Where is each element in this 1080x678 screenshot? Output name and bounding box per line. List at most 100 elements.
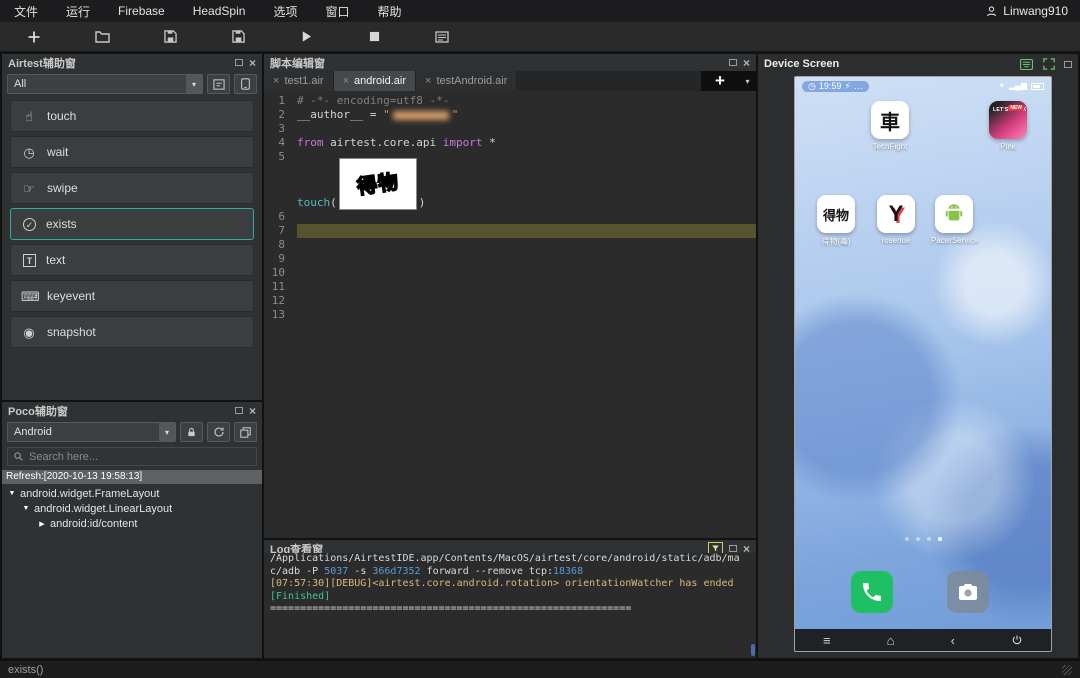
poco-refresh-row[interactable]: Refresh:[2020-10-13 19:58:13] bbox=[2, 470, 262, 484]
tab-list-button[interactable]: ▾ bbox=[739, 71, 756, 91]
touch-button[interactable]: ☝ touch bbox=[10, 100, 254, 132]
phone-app-dock[interactable] bbox=[851, 571, 893, 613]
import-star: * bbox=[482, 136, 495, 149]
close-tab-icon[interactable]: × bbox=[343, 75, 349, 87]
main-toolbar bbox=[0, 22, 1080, 52]
code-line bbox=[297, 266, 756, 280]
float-panel-icon[interactable] bbox=[729, 545, 737, 552]
resize-grip[interactable] bbox=[1062, 665, 1072, 675]
airtest-panel-header: Airtest辅助窗 × bbox=[2, 54, 262, 71]
wait-icon: ◷ bbox=[21, 146, 37, 159]
float-panel-icon[interactable] bbox=[235, 407, 243, 414]
close-panel-icon[interactable]: × bbox=[249, 405, 256, 417]
touch-function: touch bbox=[297, 196, 330, 210]
float-panel-icon[interactable] bbox=[1064, 61, 1072, 68]
fullscreen-button[interactable] bbox=[1041, 57, 1057, 71]
refresh-icon bbox=[213, 426, 225, 438]
tab-testandroid[interactable]: × testAndroid.air bbox=[416, 71, 517, 91]
poco-assist-panel: Poco辅助窗 × Android ▾ bbox=[2, 402, 262, 658]
keyevent-button[interactable]: ⌨ keyevent bbox=[10, 280, 254, 312]
poco-search bbox=[7, 447, 257, 466]
app-pacerservice[interactable]: PacerService bbox=[931, 195, 977, 245]
signal-icon: ▂▄▆ bbox=[1009, 82, 1027, 90]
snapshot-button[interactable]: ◉ snapshot bbox=[10, 316, 254, 348]
username: Linwang910 bbox=[1003, 4, 1068, 18]
line-number: 11 bbox=[264, 280, 285, 294]
exists-button[interactable]: ✓ exists bbox=[10, 208, 254, 240]
app-rosenue[interactable]: Y rosenue bbox=[873, 195, 919, 245]
text-button[interactable]: T text bbox=[10, 244, 254, 276]
user-account[interactable]: Linwang910 bbox=[985, 4, 1080, 18]
refresh-button[interactable] bbox=[207, 422, 230, 442]
status-bar: exists() bbox=[0, 660, 1080, 678]
tree-node-framelayout[interactable]: ▼ android.widget.FrameLayout bbox=[2, 486, 262, 501]
menu-item-run[interactable]: 运行 bbox=[52, 0, 104, 22]
script-insert-button[interactable] bbox=[207, 74, 230, 94]
exists-icon: ✓ bbox=[23, 218, 36, 231]
app-dewu[interactable]: 得物 得物(毒) bbox=[813, 195, 859, 247]
copy-tree-button[interactable] bbox=[234, 422, 257, 442]
menu-item-options[interactable]: 选项 bbox=[259, 0, 311, 22]
poco-search-input[interactable] bbox=[29, 451, 251, 463]
float-panel-icon[interactable] bbox=[235, 59, 243, 66]
view-report-button[interactable] bbox=[430, 26, 454, 48]
wait-button[interactable]: ◷ wait bbox=[10, 136, 254, 168]
log-viewer-panel: Log查看窗 × /Applications/AirtestIDE.app/Co… bbox=[264, 540, 756, 658]
nav-home-button[interactable]: ⌂ bbox=[887, 634, 895, 647]
nav-back-button[interactable]: ‹ bbox=[951, 634, 955, 647]
airtest-filter-select[interactable]: All ▾ bbox=[7, 74, 203, 94]
new-tab-button[interactable]: + bbox=[701, 71, 739, 91]
collapse-arrow-icon[interactable]: ▼ bbox=[8, 490, 16, 497]
menu-item-firebase[interactable]: Firebase bbox=[104, 0, 179, 22]
search-icon bbox=[13, 451, 24, 462]
close-panel-icon[interactable]: × bbox=[249, 57, 256, 69]
save-as-button[interactable] bbox=[226, 26, 250, 48]
app-techfight[interactable]: 車 TechFight bbox=[867, 101, 913, 151]
device-mirror-screen[interactable]: ◷ 19:59 ⚡ … ✦ ▂▄▆ 車 TechFight bbox=[794, 76, 1052, 652]
tree-node-content[interactable]: ▶ android:id/content bbox=[2, 516, 262, 531]
menu-item-window[interactable]: 窗口 bbox=[311, 0, 363, 22]
run-script-button[interactable] bbox=[294, 26, 318, 48]
close-panel-icon[interactable]: × bbox=[743, 57, 750, 69]
log-scrollbar-thumb[interactable] bbox=[751, 644, 755, 656]
expand-arrow-icon[interactable]: ▶ bbox=[38, 520, 46, 528]
nav-menu-button[interactable]: ≡ bbox=[823, 634, 831, 647]
string-quote: " bbox=[383, 108, 390, 121]
tab-test1[interactable]: × test1.air bbox=[264, 71, 334, 91]
phone-status-bar: ◷ 19:59 ⚡ … ✦ ▂▄▆ bbox=[795, 77, 1051, 95]
tab-label: test1.air bbox=[284, 75, 323, 87]
menu-bar: 文件 运行 Firebase HeadSpin 选项 窗口 帮助 Linwang… bbox=[0, 0, 1080, 22]
screen-capture-button[interactable] bbox=[234, 74, 257, 94]
tab-android[interactable]: × android.air bbox=[334, 71, 416, 91]
open-script-button[interactable] bbox=[90, 26, 114, 48]
close-tab-icon[interactable]: × bbox=[273, 75, 279, 87]
keyboard-grid-button[interactable] bbox=[1018, 57, 1034, 71]
menu-item-headspin[interactable]: HeadSpin bbox=[179, 0, 260, 22]
new-script-button[interactable] bbox=[22, 26, 46, 48]
assign-operator: = bbox=[363, 108, 383, 121]
camera-app-dock[interactable] bbox=[947, 571, 989, 613]
stop-script-button[interactable] bbox=[362, 26, 386, 48]
android-robot-icon bbox=[941, 201, 967, 227]
collapse-arrow-icon[interactable]: ▼ bbox=[22, 505, 30, 512]
menu-item-file[interactable]: 文件 bbox=[0, 0, 52, 22]
tree-node-linearlayout[interactable]: ▼ android.widget.LinearLayout bbox=[2, 501, 262, 516]
device-serial: 366d7352 bbox=[372, 566, 420, 577]
menu-item-help[interactable]: 帮助 bbox=[363, 0, 415, 22]
poco-panel-title: Poco辅助窗 bbox=[8, 403, 68, 419]
nav-power-button[interactable] bbox=[1011, 634, 1023, 646]
app-pink[interactable]: LET'S COOK NEW Pink bbox=[985, 101, 1031, 151]
template-image-thumbnail[interactable]: 得物 bbox=[339, 158, 417, 210]
techfight-app-icon: 車 bbox=[871, 101, 909, 139]
poco-controls: Android ▾ bbox=[2, 419, 262, 445]
save-button[interactable] bbox=[158, 26, 182, 48]
lock-button[interactable] bbox=[180, 422, 203, 442]
from-keyword: from bbox=[297, 136, 324, 149]
close-tab-icon[interactable]: × bbox=[425, 75, 431, 87]
poco-mode-select[interactable]: Android ▾ bbox=[7, 422, 176, 442]
code-editor[interactable]: 1 2 3 4 5 6 7 8 9 10 11 12 13 bbox=[264, 91, 756, 538]
float-panel-icon[interactable] bbox=[729, 59, 737, 66]
port-number: 5037 bbox=[324, 566, 348, 577]
swipe-button[interactable]: ☞ swipe bbox=[10, 172, 254, 204]
line-number: 13 bbox=[264, 308, 285, 322]
